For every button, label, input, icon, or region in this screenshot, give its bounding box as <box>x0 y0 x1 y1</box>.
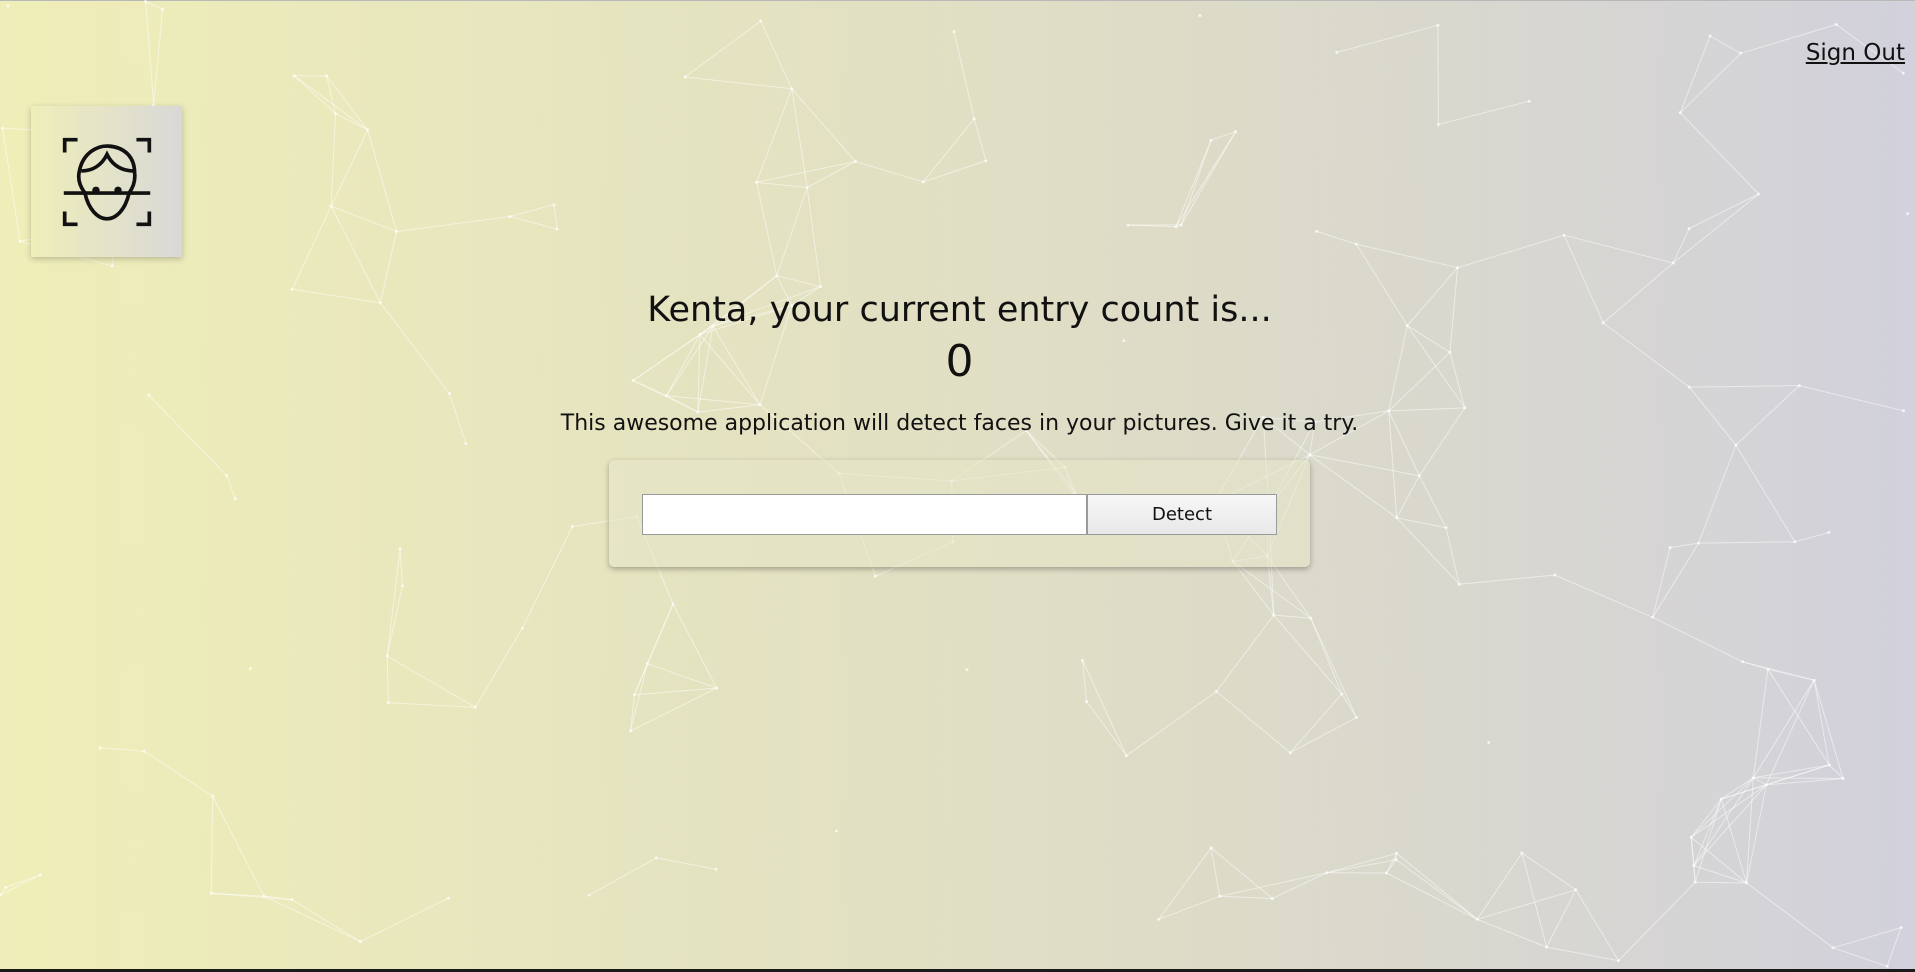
sign-out-link[interactable]: Sign Out <box>1806 40 1905 66</box>
logo <box>31 106 182 257</box>
app-description: This awesome application will detect fac… <box>560 411 1359 436</box>
face-recognition-icon <box>62 137 151 226</box>
detect-form: Detect <box>609 460 1310 567</box>
image-url-input[interactable] <box>642 494 1087 535</box>
detect-button[interactable]: Detect <box>1087 494 1277 535</box>
entry-count: 0 <box>945 336 974 387</box>
greeting-headline: Kenta, your current entry count is... <box>647 290 1272 330</box>
